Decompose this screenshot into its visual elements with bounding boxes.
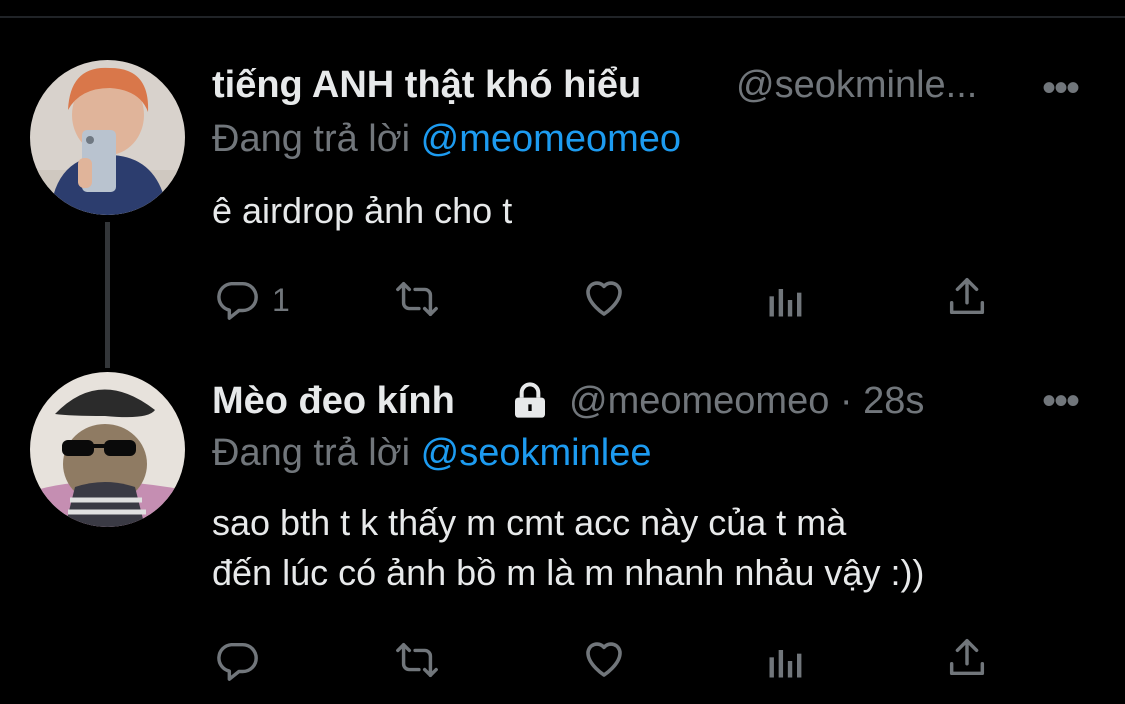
lock-icon: [508, 381, 552, 426]
tweet-text-line-1: sao bth t k thấy m cmt acc này của t mà: [212, 502, 847, 543]
like-icon[interactable]: [580, 274, 628, 322]
replying-to: Đang trả lời @meomeomeo: [212, 118, 681, 161]
tweet-text-line-2: đến lúc có ảnh bồ m là m nhanh nhảu vậy …: [212, 552, 925, 593]
more-icon[interactable]: •••: [1042, 68, 1080, 108]
reply-count: 1: [272, 282, 290, 318]
analytics-icon[interactable]: [764, 639, 808, 683]
avatar-meomeomeo[interactable]: [30, 372, 185, 527]
avatar-seokminlee[interactable]: [30, 60, 185, 215]
display-name[interactable]: Mèo đeo kính: [212, 380, 455, 423]
replying-to: Đang trả lời @seokminlee: [212, 432, 651, 475]
reply-icon[interactable]: [214, 276, 260, 322]
mention-link[interactable]: @meomeomeo: [421, 118, 681, 160]
replying-to-label: Đang trả lời: [212, 432, 421, 474]
retweet-icon[interactable]: [393, 276, 441, 322]
like-icon[interactable]: [580, 635, 628, 683]
share-icon[interactable]: [944, 274, 990, 320]
thread-connector: [105, 222, 110, 368]
user-handle-timestamp[interactable]: @meomeomeo · 28s: [569, 380, 924, 423]
display-name[interactable]: tiếng ANH thật khó hiểu: [212, 64, 641, 107]
top-divider: [0, 16, 1125, 18]
mention-link[interactable]: @seokminlee: [421, 432, 652, 474]
retweet-icon[interactable]: [393, 637, 441, 683]
more-icon[interactable]: •••: [1042, 381, 1080, 421]
user-handle[interactable]: @seokminle...: [736, 64, 977, 107]
analytics-icon[interactable]: [764, 278, 808, 322]
tweet-text: ê airdrop ảnh cho t: [212, 190, 513, 231]
reply-icon[interactable]: [214, 637, 260, 683]
share-icon[interactable]: [944, 635, 990, 681]
replying-to-label: Đang trả lời: [212, 118, 421, 160]
